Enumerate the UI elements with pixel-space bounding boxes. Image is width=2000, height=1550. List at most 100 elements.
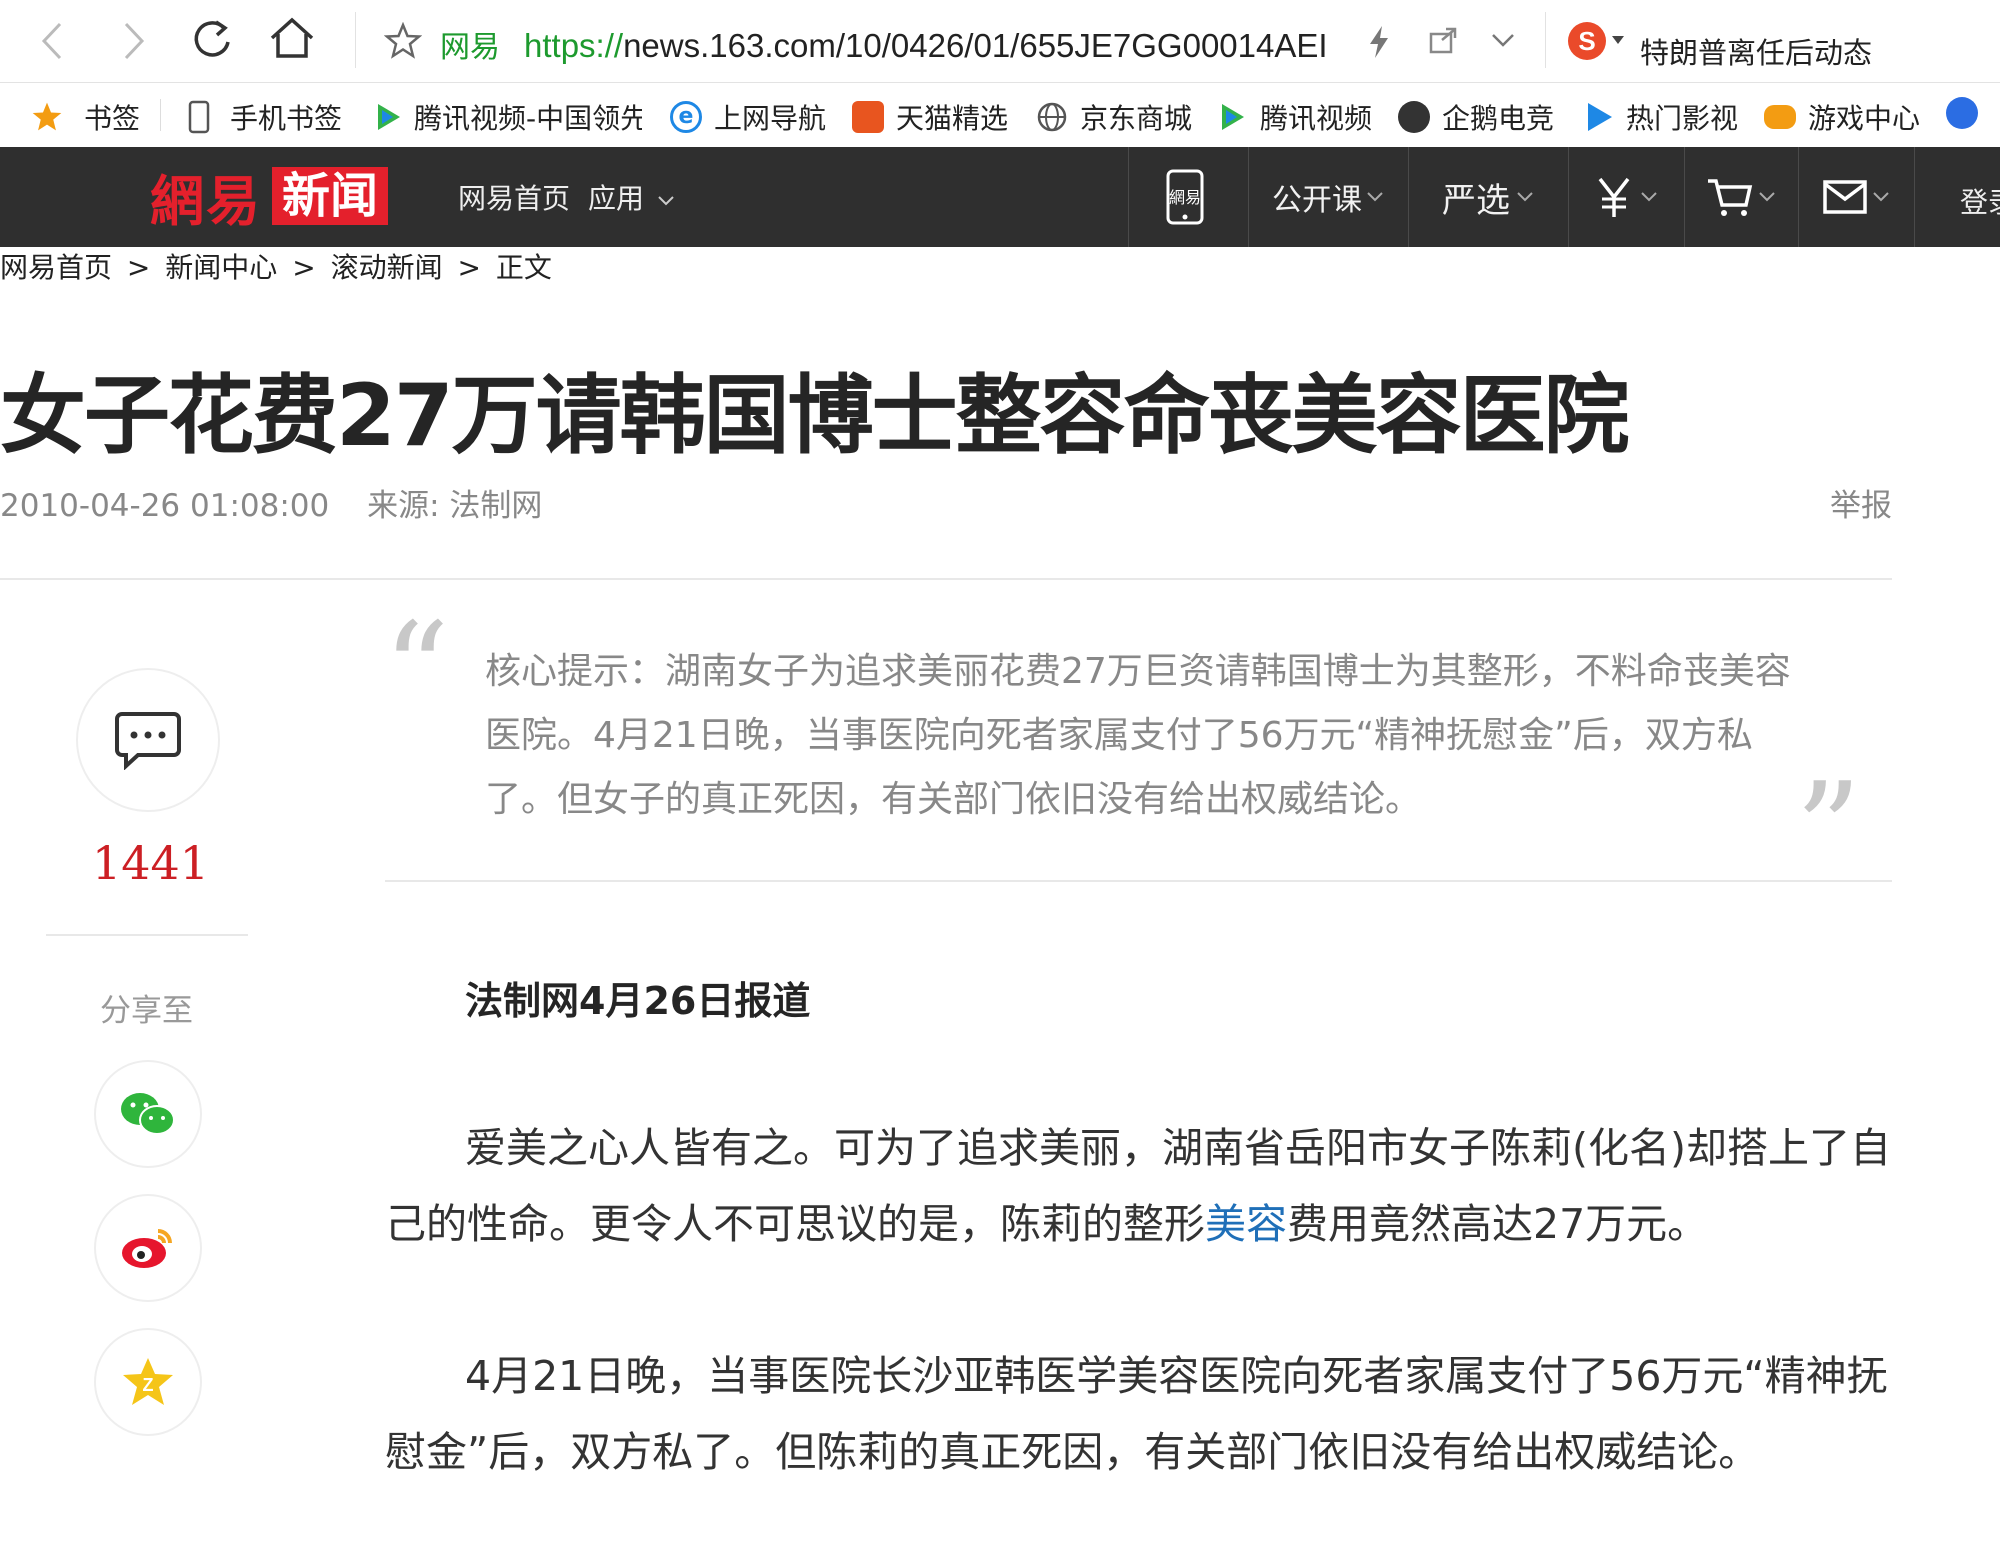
sogou-icon[interactable]: S	[1568, 22, 1606, 60]
ie-icon: e	[670, 101, 702, 133]
bookmark-label: 手机书签	[230, 102, 343, 135]
star-icon[interactable]	[384, 22, 422, 60]
phone-icon	[188, 100, 210, 134]
reload-icon[interactable]	[190, 18, 234, 62]
article-paragraph: 4月21日晚，当事医院长沙亚韩医学美容医院向死者家属支付了56万元“精神抚慰金”…	[385, 1352, 1888, 1476]
nav-link-apps-label: 应用	[588, 182, 645, 215]
bookmark-item[interactable]: 腾讯视频-中国领先	[372, 97, 642, 137]
breadcrumb-separator: >	[126, 251, 151, 284]
chevron-down-icon[interactable]	[1490, 30, 1516, 50]
phone-app-icon: 網易	[1166, 169, 1204, 225]
bookmark-item[interactable]: 游戏中心	[1764, 97, 1920, 137]
bookmark-item[interactable]: 热门影视	[1584, 97, 1738, 137]
nav-mail[interactable]	[1799, 147, 1913, 247]
site-logo[interactable]: 網易 新闻	[150, 167, 389, 233]
divider	[385, 880, 1892, 882]
breadcrumb-rolling-news[interactable]: 滚动新闻	[331, 251, 443, 284]
breadcrumb-news-center[interactable]: 新闻中心	[165, 251, 277, 284]
divider	[0, 578, 1892, 580]
chevron-down-icon	[1873, 192, 1889, 202]
qzone-icon: Z	[123, 1358, 173, 1405]
nav-yanxuan-label: 严选	[1442, 180, 1510, 221]
open-quote-icon: “	[383, 600, 450, 690]
breadcrumb-current: 正文	[495, 251, 552, 284]
breadcrumb-home[interactable]: 网易首页	[0, 251, 112, 284]
article-paragraph: 爱美之心人皆有之。可为了追求美丽，湖南省岳阳市女子陈莉(化名)却搭上了自己的性命…	[385, 1110, 1895, 1262]
lightning-icon[interactable]	[1366, 24, 1392, 60]
netease-app-button[interactable]: 網易	[1129, 147, 1247, 247]
browser-toolbar: 网易 https://news.163.com/10/0426/01/655JE7…	[0, 0, 2000, 83]
divider	[46, 934, 248, 936]
bookmark-label: 企鹅电竞	[1442, 102, 1555, 135]
article-title: 女子花费27万请韩国博士整容命丧美容医院	[0, 366, 1630, 466]
article-timestamp: 2010-04-26 01:08:00	[0, 488, 330, 524]
search-box[interactable]: 特朗普离任后动态	[1640, 30, 1872, 72]
site-navbar: 網易 新闻 网易首页 应用 網易 公开课 严选 登录	[0, 147, 2000, 247]
logo-badge: 新闻	[272, 167, 389, 225]
bookmark-label: 游戏中心	[1808, 102, 1921, 135]
nav-yanxuan[interactable]: 严选	[1409, 147, 1567, 247]
search-engine-dropdown-icon[interactable]	[1610, 34, 1626, 46]
wechat-icon	[121, 1093, 175, 1135]
nav-link-home[interactable]: 网易首页	[458, 177, 570, 217]
bookmark-item[interactable]: 书签	[30, 97, 140, 137]
article-summary: 核心提示：湖南女子为追求美丽花费27万巨资请韩国博士为其整形，不料命丧美容医院。…	[485, 651, 1791, 820]
home-icon[interactable]	[268, 16, 316, 60]
bookmark-label: 京东商城	[1080, 102, 1193, 135]
chevron-down-icon	[1367, 192, 1383, 202]
nav-payment[interactable]	[1569, 147, 1683, 247]
weibo-icon	[122, 1229, 172, 1268]
report-link[interactable]: 举报	[1830, 480, 1892, 525]
breadcrumb-separator: >	[292, 251, 316, 284]
breadcrumb: 网易首页 > 新闻中心 > 滚动新闻 > 正文	[0, 246, 558, 286]
breadcrumb-separator: >	[457, 251, 481, 284]
gamepad-icon	[1764, 105, 1796, 129]
forward-icon[interactable]	[118, 20, 148, 62]
nav-link-apps[interactable]: 应用	[588, 177, 675, 217]
article-dateline: 法制网4月26日报道	[465, 979, 811, 1023]
chevron-down-icon	[658, 196, 674, 206]
bookmark-item[interactable]: 手机书签	[188, 97, 342, 137]
login-link[interactable]: 登录	[1960, 181, 2000, 221]
comment-button[interactable]	[76, 668, 220, 812]
bookmark-item[interactable]: 腾讯视频	[1216, 97, 1372, 137]
logo-text: 網易	[150, 168, 262, 233]
address-bar[interactable]: 网易 https://news.163.com/10/0426/01/655JE7…	[440, 22, 1328, 66]
tencent-video-icon	[378, 104, 400, 130]
cart-icon	[1708, 179, 1753, 216]
paragraph-text: 费用竟然高达27万元。	[1287, 1200, 1709, 1248]
keyword-link[interactable]: 美容	[1205, 1200, 1287, 1248]
penguin-esports-icon	[1398, 101, 1430, 133]
yen-icon	[1598, 177, 1630, 217]
paw-icon	[1946, 97, 1978, 129]
address-site-label: 网易	[440, 30, 500, 65]
nav-open-course-label: 公开课	[1272, 183, 1362, 218]
bookmark-item[interactable]: e 上网导航	[670, 97, 826, 137]
bookmark-item[interactable]: 天猫精选	[852, 97, 1008, 137]
back-icon[interactable]	[38, 20, 68, 62]
article-meta: 2010-04-26 01:08:00 来源: 法制网	[0, 480, 542, 525]
star-icon	[32, 102, 62, 131]
bookmark-item[interactable]: 京东商城	[1036, 97, 1192, 137]
nav-open-course[interactable]: 公开课	[1249, 147, 1407, 247]
bookmark-item[interactable]: 企鹅电竞	[1398, 97, 1554, 137]
nav-cart[interactable]	[1685, 147, 1797, 247]
share-label: 分享至	[100, 993, 193, 1029]
globe-icon	[1037, 102, 1067, 132]
article-source[interactable]: 来源: 法制网	[367, 488, 542, 524]
bookmark-label: 天猫精选	[896, 102, 1009, 135]
svg-text:網易: 網易	[1169, 188, 1201, 207]
mail-icon	[1823, 180, 1867, 214]
share-icon[interactable]	[1428, 26, 1458, 56]
play-icon	[1588, 103, 1612, 131]
comment-count[interactable]: 1441	[92, 836, 209, 890]
close-quote-icon: ”	[1795, 760, 1862, 850]
share-weibo-button[interactable]	[94, 1194, 202, 1302]
share-qzone-button[interactable]: Z	[94, 1328, 202, 1436]
bookmark-label: 热门影视	[1626, 102, 1739, 135]
share-wechat-button[interactable]	[94, 1060, 202, 1168]
bookmark-label: 书签	[84, 102, 141, 135]
chevron-down-icon	[1759, 192, 1775, 202]
bookmarks-bar: 书签 手机书签 腾讯视频-中国领先 e 上网导航 天猫精选 京东商城 腾讯视频 …	[0, 83, 2000, 148]
baidu-bookmark[interactable]	[1946, 97, 1990, 129]
